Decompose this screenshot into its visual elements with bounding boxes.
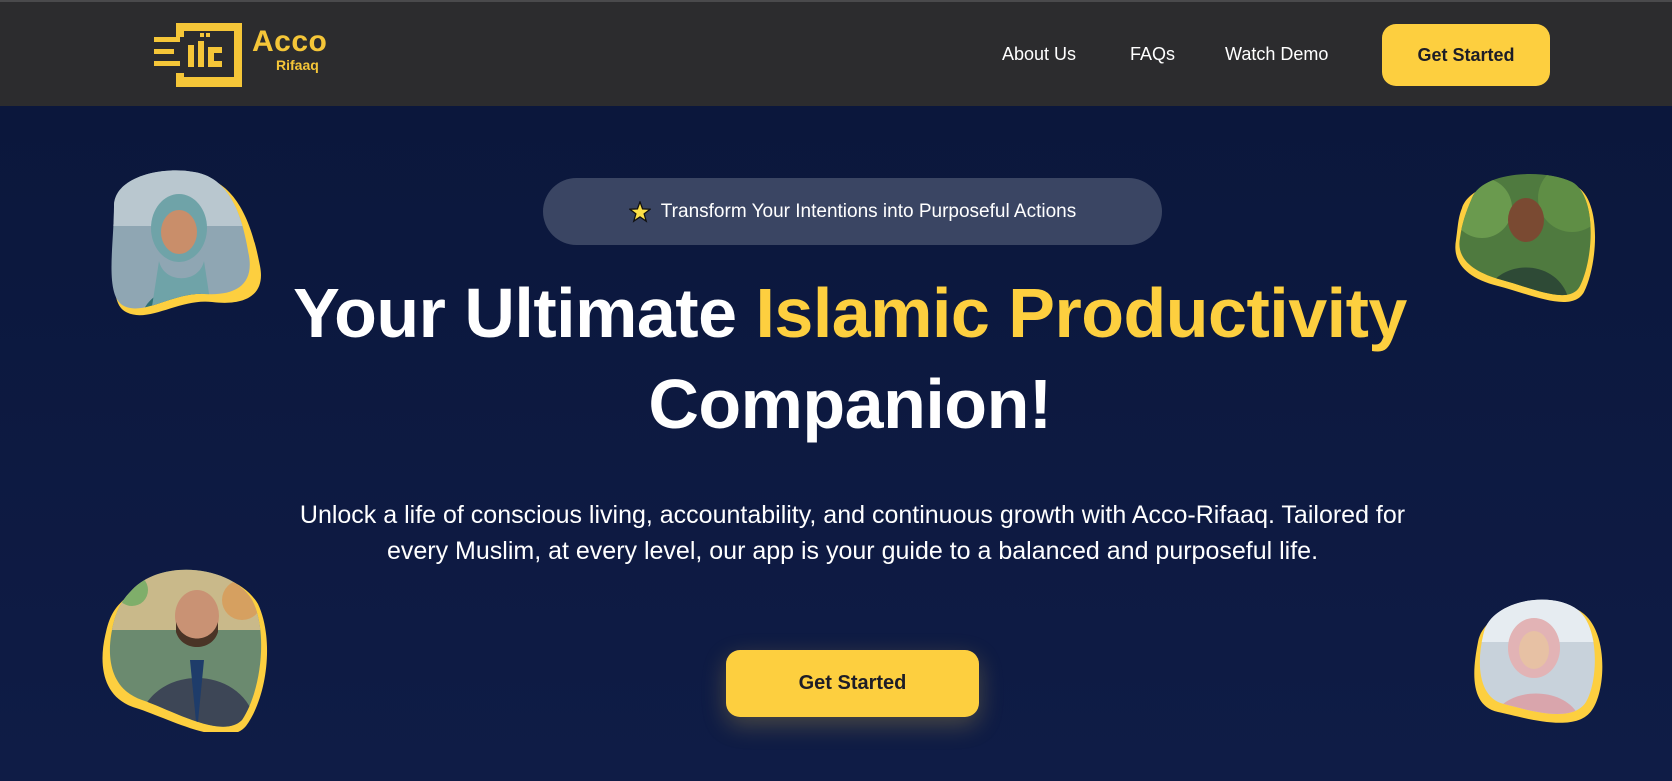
nav-watch-demo-link[interactable]: Watch Demo bbox=[1225, 44, 1328, 65]
avatar-man-glasses-suit bbox=[102, 560, 272, 732]
person-photo-icon bbox=[102, 569, 267, 732]
person-photo-icon bbox=[111, 170, 261, 316]
logo-wordmark: Acco Rifaaq bbox=[252, 25, 328, 73]
headline-accent: Islamic Productivity bbox=[755, 274, 1407, 352]
person-photo-icon bbox=[1455, 174, 1596, 302]
logo-mark-icon bbox=[154, 23, 242, 87]
tagline-badge: Transform Your Intentions into Purposefu… bbox=[543, 178, 1162, 245]
headline-part-2: Companion! bbox=[648, 365, 1052, 443]
hero-headline: Your Ultimate Islamic Productivity Compa… bbox=[200, 268, 1500, 450]
nav-faqs-link[interactable]: FAQs bbox=[1130, 44, 1175, 65]
brand-logo[interactable]: Acco Rifaaq bbox=[154, 19, 334, 91]
hero-description: Unlock a life of conscious living, accou… bbox=[299, 501, 1406, 565]
person-photo-icon bbox=[1474, 599, 1603, 723]
nav-about-us-link[interactable]: About Us bbox=[1002, 44, 1076, 65]
logo-subtext: Rifaaq bbox=[276, 57, 319, 73]
top-navbar: Acco Rifaaq About Us FAQs Watch Demo Get… bbox=[0, 0, 1672, 106]
avatar-man-green-hoodie bbox=[1452, 168, 1600, 308]
header-get-started-button[interactable]: Get Started bbox=[1382, 24, 1550, 86]
avatar-woman-pink-hijab bbox=[1468, 592, 1604, 728]
tagline-text: Transform Your Intentions into Purposefu… bbox=[660, 200, 1077, 222]
headline-part-1: Your Ultimate bbox=[293, 274, 756, 352]
logo-text: Acco bbox=[252, 25, 328, 58]
star-icon bbox=[628, 200, 651, 223]
avatar-woman-hijab-teal bbox=[104, 166, 264, 326]
hero-get-started-button[interactable]: Get Started bbox=[726, 650, 979, 717]
